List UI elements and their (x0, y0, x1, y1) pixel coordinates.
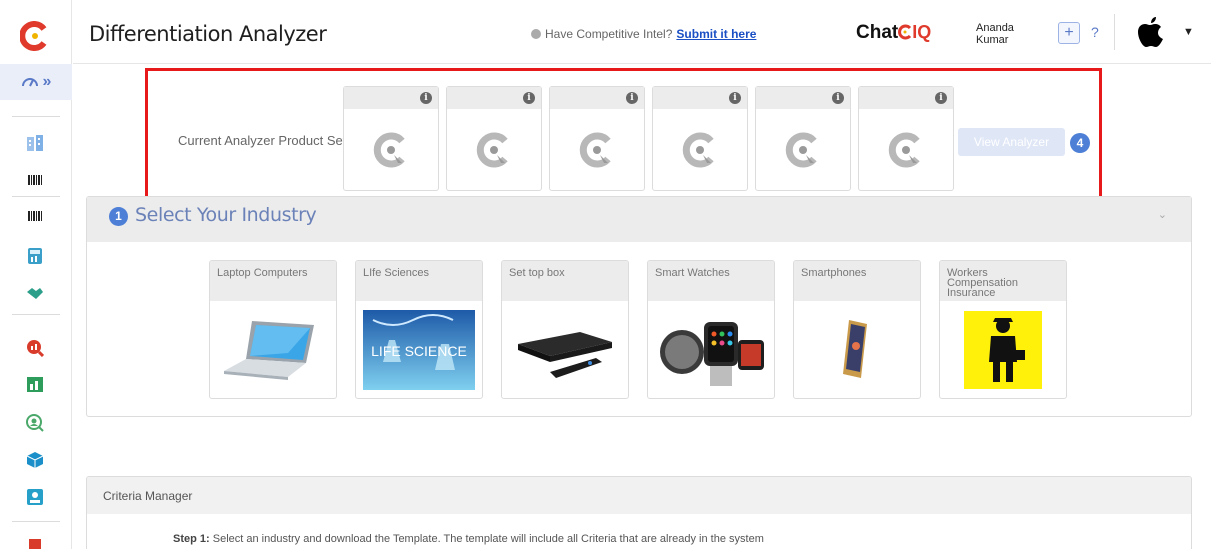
criteria-manager-header[interactable]: Criteria Manager (87, 477, 1191, 514)
sidebar-expand-button[interactable]: » (0, 64, 72, 100)
info-icon[interactable]: i (832, 92, 844, 104)
sidebar-divider (12, 521, 60, 522)
expand-chevron: » (42, 73, 52, 90)
brand-iq-text: IQ (912, 22, 932, 42)
step-number-badge: 1 (109, 207, 128, 226)
user-last-name: Kumar (976, 34, 1009, 46)
industry-card-label: Set top box (509, 267, 565, 279)
product-slot[interactable]: i (652, 86, 748, 191)
brand-c-icon (898, 24, 912, 40)
product-placeholder-icon (579, 132, 611, 168)
info-icon[interactable]: i (935, 92, 947, 104)
sidebar-divider (12, 196, 60, 197)
industry-card-smart-watches[interactable]: Smart Watches (647, 260, 775, 399)
product-placeholder-icon (682, 132, 714, 168)
info-icon[interactable]: i (729, 92, 741, 104)
industry-card-smartphones[interactable]: Smartphones (793, 260, 921, 399)
worker-image (940, 301, 1066, 398)
industry-card-label: LIfe Sciences (363, 267, 430, 279)
product-placeholder-icon (476, 132, 508, 168)
set-top-box-image (502, 301, 628, 398)
product-slot[interactable]: i (858, 86, 954, 191)
criteria-manager-panel: Criteria Manager Step 1: Select an indus… (86, 476, 1192, 549)
product-set-label: Current Analyzer Product Set (178, 133, 347, 148)
life-sciences-image: LIFE SCIENCE (356, 301, 482, 398)
industry-panel-title: Select Your Industry (135, 204, 317, 226)
barcode-icon[interactable] (26, 171, 44, 189)
apple-logo-icon[interactable] (1131, 12, 1171, 52)
product-placeholder-icon (785, 132, 817, 168)
dashboard-icon (21, 78, 38, 87)
industry-card-label: Workers Compensation Insurance (947, 267, 1018, 299)
industry-card-label: Laptop Computers (217, 267, 308, 279)
info-icon[interactable]: i (523, 92, 535, 104)
industry-card-set-top-box[interactable]: Set top box (501, 260, 629, 399)
help-icon[interactable]: ? (1091, 24, 1099, 40)
industry-card-label: Smartphones (801, 267, 867, 279)
step-1-text: Select an industry and download the Temp… (209, 533, 764, 545)
life-science-caption: LIFE SCIENCE (371, 343, 467, 359)
user-name[interactable]: Ananda Kumar (976, 22, 1014, 46)
info-icon[interactable]: i (626, 92, 638, 104)
view-analyzer-button[interactable]: View Analyzer (958, 128, 1065, 156)
industry-card-workers-compensation-insurance[interactable]: Workers Compensation Insurance (939, 260, 1067, 399)
chart-icon[interactable] (26, 375, 44, 393)
box-icon[interactable] (26, 451, 44, 469)
user-first-name: Ananda (976, 22, 1014, 34)
info-icon[interactable]: i (420, 92, 432, 104)
building-icon[interactable] (26, 134, 44, 152)
product-placeholder-icon (888, 132, 920, 168)
calculator-icon[interactable] (26, 247, 44, 265)
product-slot[interactable]: i (549, 86, 645, 191)
product-slot[interactable]: i (755, 86, 851, 191)
laptop-image (210, 301, 336, 398)
intel-prompt-text: Have Competitive Intel? (545, 27, 673, 41)
submit-intel-link[interactable]: Submit it here (676, 27, 756, 41)
document-icon[interactable] (26, 538, 44, 549)
smart-watches-image (648, 301, 774, 398)
search-chart-icon[interactable] (26, 339, 44, 357)
product-slot[interactable]: i (446, 86, 542, 191)
smartphone-image (794, 301, 920, 398)
step-1-label: Step 1: (173, 533, 210, 545)
chatiq-brand[interactable]: Chat IQ (856, 22, 931, 44)
product-placeholder-icon (373, 132, 405, 168)
header-divider (1114, 14, 1115, 50)
barcode-icon[interactable] (26, 207, 44, 225)
sidebar: » (0, 0, 72, 549)
industry-card-life-sciences[interactable]: LIfe Sciences LIFE SCIENCE (355, 260, 483, 399)
top-header: Differentiation Analyzer Have Competitiv… (73, 0, 1211, 64)
competitive-intel-prompt: Have Competitive Intel? Submit it here (531, 27, 756, 41)
criteria-step-1: Step 1: Select an industry and download … (173, 533, 764, 545)
chat-bubble-icon (531, 29, 541, 39)
chevron-down-icon[interactable]: ⌄ (1158, 208, 1167, 221)
chatiq-logo-icon[interactable] (20, 21, 50, 51)
brand-chat-text: Chat (856, 22, 899, 43)
industry-card-label: Smart Watches (655, 267, 730, 279)
industry-panel: 1 Select Your Industry ⌄ Laptop Computer… (86, 196, 1192, 417)
page-title: Differentiation Analyzer (89, 22, 327, 46)
account-dropdown-caret[interactable]: ▼ (1183, 26, 1194, 38)
profile-card-icon[interactable] (26, 488, 44, 506)
handshake-icon[interactable] (26, 284, 44, 302)
analyzer-count-badge: 4 (1070, 133, 1090, 153)
sidebar-divider (12, 116, 60, 117)
search-user-icon[interactable] (26, 414, 44, 432)
add-button[interactable]: + (1058, 22, 1080, 44)
product-slot[interactable]: i (343, 86, 439, 191)
industry-panel-header[interactable]: 1 Select Your Industry ⌄ (87, 197, 1191, 242)
industry-card-laptop-computers[interactable]: Laptop Computers (209, 260, 337, 399)
sidebar-divider (12, 314, 60, 315)
criteria-manager-title: Criteria Manager (103, 489, 193, 503)
